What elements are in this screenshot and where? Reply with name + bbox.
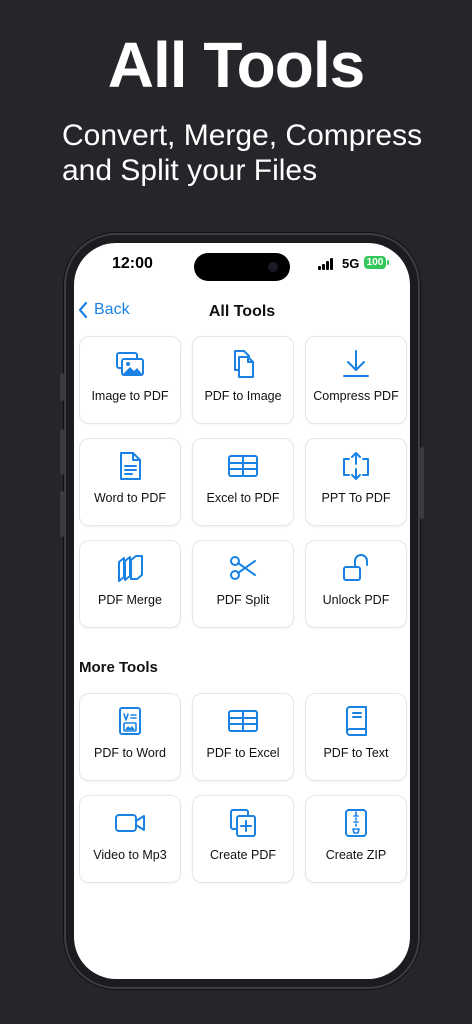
tool-label: Word to PDF [93, 491, 166, 505]
tool-label: PDF to Word [93, 746, 166, 760]
tool-pdf-to-image[interactable]: PDF to Image [192, 336, 294, 424]
signal-icon [318, 258, 336, 270]
navigation-bar: Back All Tools [74, 295, 410, 331]
add-document-icon [230, 809, 256, 837]
network-label: 5G [342, 256, 360, 271]
download-arrow-icon [343, 350, 369, 377]
app-screen: 12:00 5G 100 Back All Tools Image to PDF… [74, 243, 410, 979]
tool-label: PDF Split [216, 593, 270, 607]
tools-grid: Image to PDF PDF to Image Compress PDF W… [79, 336, 407, 628]
promo-title: All Tools [107, 29, 365, 101]
zip-file-icon [345, 809, 367, 837]
document-text-icon [120, 452, 141, 480]
status-bar: 12:00 5G 100 [74, 243, 410, 293]
documents-icon [234, 350, 254, 378]
more-tools-grid: PDF to Word PDF to Excel PDF to Text Vid… [79, 693, 407, 883]
tool-pdf-split[interactable]: PDF Split [192, 540, 294, 628]
power-button [420, 447, 424, 519]
expand-arrows-icon [343, 452, 369, 480]
stacked-pages-icon [118, 555, 143, 582]
tool-ppt-to-pdf[interactable]: PPT To PDF [305, 438, 407, 526]
table-icon [228, 455, 258, 477]
book-icon [346, 706, 367, 736]
promo-subtitle-line2: and Split your Files [62, 154, 318, 187]
tool-label: Image to PDF [91, 389, 169, 403]
volume-down-button [60, 491, 64, 537]
tool-label: PPT To PDF [321, 491, 391, 505]
phone-frame: 12:00 5G 100 Back All Tools Image to PDF… [60, 233, 424, 989]
promo-subtitle: Convert, Merge, Compress and Split your … [62, 118, 462, 188]
tool-label: PDF to Text [323, 746, 389, 760]
tool-label: Create ZIP [325, 848, 387, 862]
tool-label: Video to Mp3 [93, 848, 167, 862]
tool-video-to-mp3[interactable]: Video to Mp3 [79, 795, 181, 883]
tool-create-zip[interactable]: Create ZIP [305, 795, 407, 883]
page-title: All Tools [208, 303, 276, 320]
images-icon [116, 352, 144, 376]
tool-label: Unlock PDF [322, 593, 390, 607]
battery-icon: 100 [364, 256, 389, 269]
mute-switch [60, 373, 64, 401]
status-time: 12:00 [112, 255, 153, 272]
volume-up-button [60, 429, 64, 475]
video-camera-icon [115, 814, 145, 832]
unlock-icon [343, 554, 368, 581]
table-icon [228, 710, 258, 732]
tool-label: PDF Merge [98, 593, 162, 607]
tool-pdf-to-excel[interactable]: PDF to Excel [192, 693, 294, 781]
tool-label: Create PDF [210, 848, 276, 862]
tool-label: Compress PDF [313, 389, 399, 403]
scissors-icon [230, 556, 256, 580]
tool-excel-to-pdf[interactable]: Excel to PDF [192, 438, 294, 526]
tool-label: PDF to Image [204, 389, 282, 403]
tool-create-pdf[interactable]: Create PDF [192, 795, 294, 883]
tool-pdf-merge[interactable]: PDF Merge [79, 540, 181, 628]
tool-unlock-pdf[interactable]: Unlock PDF [305, 540, 407, 628]
tool-compress-pdf[interactable]: Compress PDF [305, 336, 407, 424]
promo-subtitle-line1: Convert, Merge, Compress [62, 119, 423, 152]
more-tools-heading: More Tools [79, 659, 158, 676]
tool-pdf-to-word[interactable]: PDF to Word [79, 693, 181, 781]
dynamic-island [194, 253, 290, 281]
tool-image-to-pdf[interactable]: Image to PDF [79, 336, 181, 424]
tool-word-to-pdf[interactable]: Word to PDF [79, 438, 181, 526]
word-doc-icon [119, 707, 141, 735]
tool-label: PDF to Excel [206, 746, 280, 760]
tool-label: Excel to PDF [206, 491, 280, 505]
tool-pdf-to-text[interactable]: PDF to Text [305, 693, 407, 781]
